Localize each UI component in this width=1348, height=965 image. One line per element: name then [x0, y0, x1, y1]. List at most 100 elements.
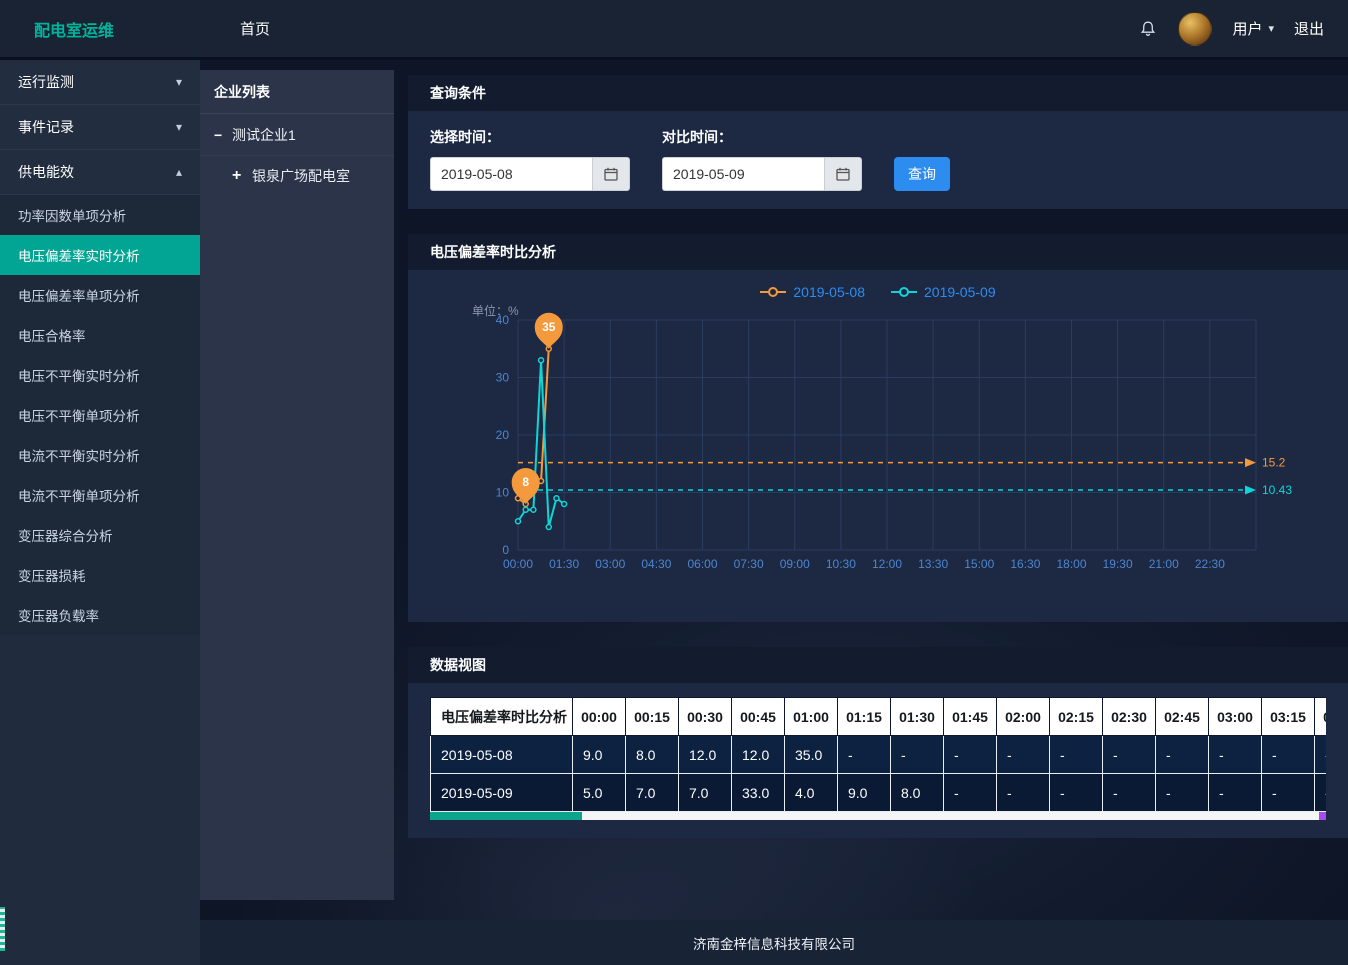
compare-time-input[interactable]	[662, 157, 824, 191]
sidebar-group-events[interactable]: 事件记录 ▾	[0, 105, 200, 150]
table-header-cell: 03:30	[1315, 698, 1327, 736]
svg-text:10.43: 10.43	[1262, 483, 1292, 497]
sidebar-item-9[interactable]: 变压器损耗	[0, 555, 200, 595]
table-cell: 5.0	[573, 774, 626, 812]
table-scrollbar-end	[1319, 812, 1326, 820]
table-body: 2019-05-089.08.012.012.035.0----------20…	[431, 736, 1327, 812]
table-scrollbar[interactable]	[430, 812, 1326, 820]
svg-text:03:00: 03:00	[595, 557, 625, 571]
table-cell: -	[1050, 774, 1103, 812]
data-view-title: 数据视图	[408, 647, 1348, 683]
svg-text:15:00: 15:00	[964, 557, 994, 571]
user-avatar[interactable]	[1178, 12, 1212, 46]
table-header-cell: 02:45	[1156, 698, 1209, 736]
notification-bell-icon[interactable]	[1138, 19, 1158, 39]
table-cell: 7.0	[679, 774, 732, 812]
svg-text:30: 30	[496, 371, 510, 385]
legend-marker-icon	[760, 287, 786, 297]
table-cell: 12.0	[679, 736, 732, 774]
table-cell: -	[1103, 774, 1156, 812]
sidebar-item-2[interactable]: 电压偏差率单项分析	[0, 275, 200, 315]
table-cell: -	[1209, 736, 1262, 774]
chart-legend: 2019-05-08 2019-05-09	[408, 284, 1348, 300]
table-header-cell: 01:00	[785, 698, 838, 736]
table-cell: 12.0	[732, 736, 785, 774]
table-cell: -	[1209, 774, 1262, 812]
nav-home[interactable]: 首页	[240, 18, 270, 39]
table-cell: 35.0	[785, 736, 838, 774]
svg-text:0: 0	[502, 543, 509, 557]
enterprise-panel-title: 企业列表	[200, 70, 394, 114]
enterprise-item[interactable]: − 测试企业1	[200, 114, 394, 156]
svg-text:13:30: 13:30	[918, 557, 948, 571]
table-header-cell: 00:30	[679, 698, 732, 736]
legend-item[interactable]: 2019-05-09	[891, 284, 996, 300]
svg-text:10:30: 10:30	[826, 557, 856, 571]
data-table-clip: 电压偏差率时比分析00:0000:1500:3000:4501:0001:150…	[430, 697, 1326, 812]
table-header-cell: 电压偏差率时比分析	[431, 698, 573, 736]
collapse-icon[interactable]: −	[214, 127, 232, 143]
table-header-cell: 01:15	[838, 698, 891, 736]
svg-text:07:30: 07:30	[734, 557, 764, 571]
svg-text:01:30: 01:30	[549, 557, 579, 571]
sidebar-item-6[interactable]: 电流不平衡实时分析	[0, 435, 200, 475]
table-cell: 33.0	[732, 774, 785, 812]
logout-button[interactable]: 退出	[1294, 18, 1324, 39]
table-cell: -	[944, 774, 997, 812]
svg-text:18:00: 18:00	[1056, 557, 1086, 571]
table-cell: -	[1262, 736, 1315, 774]
chart-markpoint: 35	[535, 313, 563, 349]
table-row: 2019-05-089.08.012.012.035.0----------	[431, 736, 1327, 774]
calendar-icon[interactable]	[824, 157, 862, 191]
select-time-input[interactable]	[430, 157, 592, 191]
sidebar-item-4[interactable]: 电压不平衡实时分析	[0, 355, 200, 395]
sidebar-item-10[interactable]: 变压器负载率	[0, 595, 200, 635]
svg-text:8: 8	[522, 475, 529, 489]
table-cell: 8.0	[891, 774, 944, 812]
svg-text:09:00: 09:00	[780, 557, 810, 571]
sidebar-group-label: 事件记录	[18, 117, 74, 137]
sidebar-item-0[interactable]: 功率因数单项分析	[0, 195, 200, 235]
svg-text:15.2: 15.2	[1262, 456, 1286, 470]
data-table: 电压偏差率时比分析00:0000:1500:3000:4501:0001:150…	[430, 697, 1326, 812]
expand-icon[interactable]: +	[232, 167, 252, 185]
page-footer: 济南金梓信息科技有限公司	[200, 920, 1348, 965]
user-menu[interactable]: 用户 ▾	[1232, 18, 1274, 39]
table-cell: 8.0	[626, 736, 679, 774]
enterprise-subitem[interactable]: + 银泉广场配电室	[200, 156, 394, 196]
table-row: 2019-05-095.07.07.033.04.09.08.0--------	[431, 774, 1327, 812]
query-button[interactable]: 查询	[894, 157, 950, 191]
svg-text:21:00: 21:00	[1149, 557, 1179, 571]
table-header-cell: 02:00	[997, 698, 1050, 736]
sidebar-submenu: 功率因数单项分析电压偏差率实时分析电压偏差率单项分析电压合格率电压不平衡实时分析…	[0, 195, 200, 635]
sidebar-item-7[interactable]: 电流不平衡单项分析	[0, 475, 200, 515]
sidebar-item-3[interactable]: 电压合格率	[0, 315, 200, 355]
table-header-cell: 00:00	[573, 698, 626, 736]
sidebar-group-monitoring[interactable]: 运行监测 ▾	[0, 60, 200, 105]
svg-text:22:30: 22:30	[1195, 557, 1225, 571]
svg-text:35: 35	[542, 320, 556, 334]
table-scrollbar-thumb[interactable]	[430, 812, 582, 820]
chart-panel-title: 电压偏差率时比分析	[408, 234, 1348, 270]
table-header-cell: 03:15	[1262, 698, 1315, 736]
svg-text:40: 40	[496, 313, 510, 327]
calendar-icon[interactable]	[592, 157, 630, 191]
sidebar-item-1[interactable]: 电压偏差率实时分析	[0, 235, 200, 275]
legend-item[interactable]: 2019-05-08	[760, 284, 865, 300]
svg-text:20: 20	[496, 428, 510, 442]
svg-text:10: 10	[496, 486, 510, 500]
company-name: 济南金梓信息科技有限公司	[693, 933, 855, 953]
query-panel: 查询条件 选择时间：	[408, 75, 1348, 209]
sidebar: 运行监测 ▾ 事件记录 ▾ 供电能效 ▴ 功率因数单项分析电压偏差率实时分析电压…	[0, 60, 200, 965]
data-view-panel: 数据视图 电压偏差率时比分析00:0000:1500:3000:4501:000…	[408, 647, 1348, 838]
main-content: 查询条件 选择时间：	[408, 75, 1348, 920]
page-scrollbar[interactable]	[0, 907, 5, 951]
app-root: 配电室运维 首页 用户 ▾ 退出 运行监测 ▾ 事件记	[0, 0, 1348, 965]
table-cell: -	[1262, 774, 1315, 812]
table-cell: -	[997, 774, 1050, 812]
table-cell: 9.0	[838, 774, 891, 812]
sidebar-item-5[interactable]: 电压不平衡单项分析	[0, 395, 200, 435]
sidebar-item-8[interactable]: 变压器综合分析	[0, 515, 200, 555]
table-header-cell: 00:45	[732, 698, 785, 736]
sidebar-group-energy[interactable]: 供电能效 ▴	[0, 150, 200, 195]
